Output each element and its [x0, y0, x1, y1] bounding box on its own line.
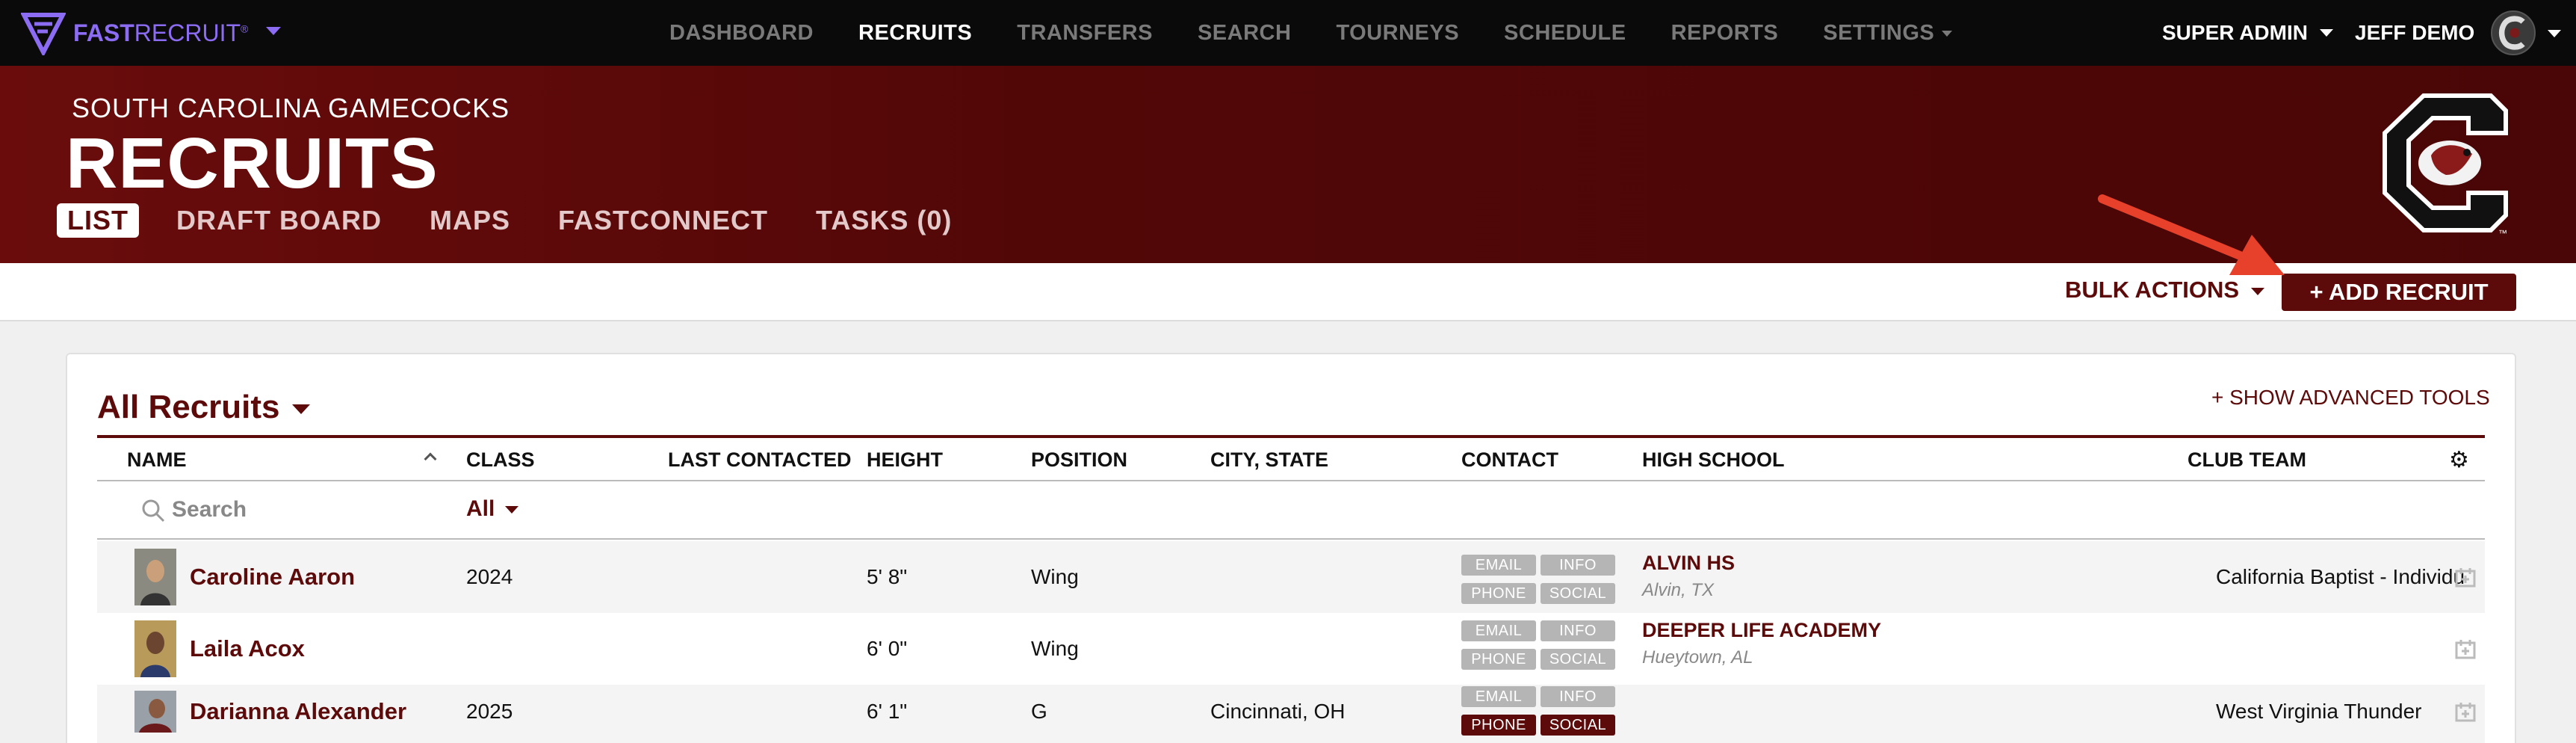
table-header: NAME CLASS LAST CONTACTED HEIGHT POSITIO…	[97, 435, 2485, 481]
main-nav: DASHBOARD RECRUITS TRANSFERS SEARCH TOUR…	[669, 0, 1997, 66]
recruit-name-link[interactable]: Laila Acox	[190, 635, 305, 662]
app-logo[interactable]: FASTRECRUIT®	[21, 10, 248, 55]
gamecocks-logo-icon: ™	[2383, 93, 2508, 238]
fastrecruit-logo-icon	[21, 13, 66, 55]
recruit-city-state: Cincinnati, OH	[1210, 700, 1346, 723]
col-position[interactable]: POSITION	[1031, 448, 1127, 472]
add-task-icon[interactable]	[2455, 638, 2476, 659]
club-team: West Virginia Thunder	[2216, 700, 2422, 723]
high-school-link[interactable]: ALVIN HS	[1642, 552, 1735, 575]
high-school-location: Alvin, TX	[1642, 580, 1715, 600]
user-menu[interactable]: JEFF DEMO	[2355, 0, 2474, 66]
recruit-class: 2025	[466, 700, 513, 723]
col-height[interactable]: HEIGHT	[867, 448, 943, 472]
recruit-height: 6' 1"	[867, 700, 908, 723]
bulk-caret-icon	[2251, 287, 2265, 295]
nav-dashboard[interactable]: DASHBOARD	[669, 21, 814, 46]
recruit-height: 5' 8"	[867, 565, 908, 588]
club-team: California Baptist - Individual	[2216, 565, 2464, 588]
col-club-team[interactable]: CLUB TEAM	[2188, 448, 2306, 472]
svg-text:™: ™	[2498, 228, 2507, 238]
settings-caret-icon	[1942, 30, 1953, 37]
team-avatar[interactable]	[2491, 10, 2536, 55]
info-button[interactable]: INFO	[1541, 686, 1615, 707]
show-advanced-tools-link[interactable]: + SHOW ADVANCED TOOLS	[2211, 386, 2490, 410]
annotation-arrow-icon	[2098, 194, 2285, 275]
avatar-caret-icon[interactable]	[2548, 30, 2561, 37]
email-button[interactable]: EMAIL	[1461, 686, 1536, 707]
email-button[interactable]: EMAIL	[1461, 620, 1536, 641]
recruit-photo	[134, 549, 176, 605]
email-button[interactable]: EMAIL	[1461, 555, 1536, 576]
table-row[interactable]: Darianna Alexander 2025 6' 1" G Cincinna…	[97, 685, 2485, 743]
col-name[interactable]: NAME	[127, 448, 187, 472]
class-filter-caret-icon	[505, 506, 519, 514]
team-name: SOUTH CAROLINA GAMECOCKS	[72, 93, 510, 123]
col-city-state[interactable]: CITY, STATE	[1210, 448, 1328, 472]
recruit-class: 2024	[466, 565, 513, 588]
nav-tourneys[interactable]: TOURNEYS	[1336, 21, 1459, 46]
add-task-icon[interactable]	[2455, 567, 2476, 588]
list-view-dropdown[interactable]: All Recruits	[97, 389, 310, 426]
logo-text: FASTRECRUIT®	[73, 19, 249, 46]
tab-fastconnect[interactable]: FASTCONNECT	[558, 205, 768, 236]
recruit-position: Wing	[1031, 565, 1079, 588]
tab-tasks[interactable]: TASKS (0)	[816, 205, 952, 236]
social-button[interactable]: SOCIAL	[1541, 583, 1615, 604]
phone-button[interactable]: PHONE	[1461, 583, 1536, 604]
add-recruit-button[interactable]: + ADD RECRUIT	[2282, 274, 2516, 311]
recruit-photo	[134, 620, 176, 677]
nav-settings[interactable]: SETTINGS	[1823, 21, 1953, 46]
class-filter-dropdown[interactable]: All	[466, 496, 519, 522]
high-school-location: Hueytown, AL	[1642, 647, 1753, 668]
gear-icon[interactable]: ⚙	[2449, 447, 2469, 473]
recruit-position: G	[1031, 700, 1047, 723]
nav-search[interactable]: SEARCH	[1198, 21, 1291, 46]
nav-reports[interactable]: REPORTS	[1671, 21, 1779, 46]
col-last-contacted[interactable]: LAST CONTACTED	[668, 448, 851, 472]
recruit-name-link[interactable]: Darianna Alexander	[190, 698, 406, 725]
sub-tabs: LIST DRAFT BOARD MAPS FASTCONNECT TASKS …	[57, 203, 1000, 238]
table-row[interactable]: Caroline Aaron 2024 5' 8" Wing EMAIL INF…	[97, 541, 2485, 613]
sort-asc-icon[interactable]	[424, 452, 437, 466]
nav-transfers[interactable]: TRANSFERS	[1017, 21, 1153, 46]
col-contact[interactable]: CONTACT	[1461, 448, 1558, 472]
recruit-height: 6' 0"	[867, 637, 908, 660]
top-navbar: FASTRECRUIT® DASHBOARD RECRUITS TRANSFER…	[0, 0, 2576, 66]
app-switcher-caret-icon[interactable]	[266, 27, 281, 35]
info-button[interactable]: INFO	[1541, 620, 1615, 641]
recruit-photo	[134, 691, 176, 733]
tab-list[interactable]: LIST	[57, 203, 139, 238]
info-button[interactable]: INFO	[1541, 555, 1615, 576]
phone-button[interactable]: PHONE	[1461, 649, 1536, 670]
page-title: RECRUITS	[66, 123, 439, 203]
nav-recruits[interactable]: RECRUITS	[858, 21, 972, 46]
nav-schedule[interactable]: SCHEDULE	[1504, 21, 1626, 46]
recruits-card: All Recruits + SHOW ADVANCED TOOLS NAME …	[66, 353, 2516, 743]
tab-draft-board[interactable]: DRAFT BOARD	[176, 205, 382, 236]
search-icon	[142, 499, 165, 522]
social-button[interactable]: SOCIAL	[1541, 715, 1615, 736]
col-class[interactable]: CLASS	[466, 448, 535, 472]
table-row[interactable]: Laila Acox 6' 0" Wing EMAIL INFO PHONE S…	[97, 613, 2485, 685]
filter-row: All	[97, 481, 2485, 540]
tab-maps[interactable]: MAPS	[430, 205, 510, 236]
role-caret-icon	[2319, 29, 2333, 37]
search-input[interactable]	[172, 493, 471, 526]
recruit-name-link[interactable]: Caroline Aaron	[190, 564, 355, 591]
col-high-school[interactable]: HIGH SCHOOL	[1642, 448, 1785, 472]
phone-button[interactable]: PHONE	[1461, 715, 1536, 736]
add-task-icon[interactable]	[2455, 701, 2476, 722]
recruit-position: Wing	[1031, 637, 1079, 660]
high-school-link[interactable]: DEEPER LIFE ACADEMY	[1642, 619, 1881, 642]
social-button[interactable]: SOCIAL	[1541, 649, 1615, 670]
role-menu[interactable]: SUPER ADMIN	[2162, 0, 2333, 66]
list-caret-icon	[291, 404, 310, 414]
